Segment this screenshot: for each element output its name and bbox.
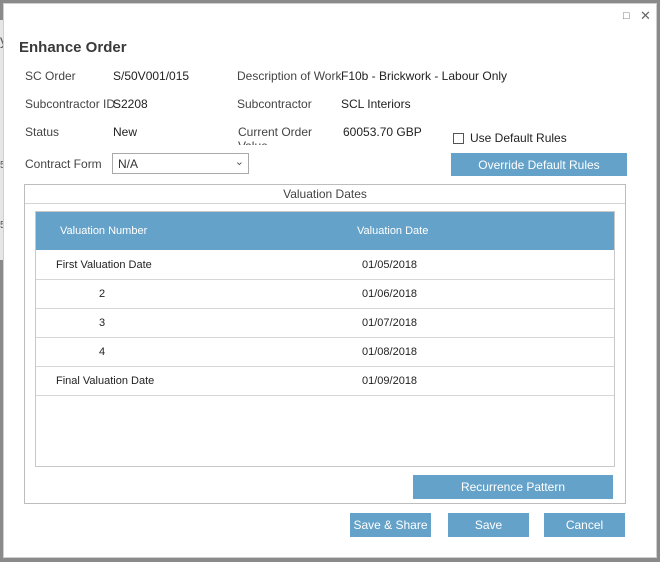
- valuation-date-cell: 01/08/2018: [362, 346, 418, 358]
- column-header-valuation-number[interactable]: Valuation Number: [60, 225, 147, 237]
- column-header-valuation-date[interactable]: Valuation Date: [357, 225, 428, 237]
- current-order-value-label: Current Order Value: [238, 125, 313, 145]
- restore-icon[interactable]: □: [623, 9, 630, 23]
- valuation-date-cell: 01/05/2018: [362, 259, 418, 271]
- description-of-work-value: F10b - Brickwork - Labour Only: [341, 69, 508, 83]
- valuation-date-cell: 01/09/2018: [362, 375, 418, 387]
- table-row[interactable]: First Valuation Date 01/05/2018: [36, 250, 614, 280]
- sc-order-label: SC Order: [25, 69, 76, 83]
- enhance-order-dialog: □ ✕ Enhance Order SC Order S/50V001/015 …: [3, 3, 657, 558]
- save-and-share-button[interactable]: Save & Share: [350, 513, 431, 537]
- valuation-date-cell: 01/07/2018: [362, 317, 418, 329]
- save-button[interactable]: Save: [448, 513, 529, 537]
- sc-order-value: S/50V001/015: [113, 69, 190, 83]
- valuation-date-cell: 01/06/2018: [362, 288, 418, 300]
- contract-form-label: Contract Form: [25, 157, 102, 171]
- valuation-number-cell: 3: [99, 317, 106, 329]
- cancel-button[interactable]: Cancel: [544, 513, 625, 537]
- dialog-title: Enhance Order: [19, 39, 127, 56]
- table-header: Valuation Number Valuation Date: [36, 212, 614, 250]
- subcontractor-id-value: S2208: [113, 97, 148, 111]
- divider: [25, 203, 625, 204]
- subcontractor-value: SCL Interiors: [341, 97, 411, 111]
- valuation-number-cell: Final Valuation Date: [56, 375, 155, 387]
- subcontractor-label: Subcontractor: [237, 97, 312, 111]
- valuation-number-cell: 4: [99, 346, 106, 358]
- valuation-dates-panel: Valuation Dates Valuation Number Valuati…: [24, 184, 626, 504]
- valuation-number-cell: 2: [99, 288, 106, 300]
- status-value: New: [113, 125, 138, 139]
- table-row[interactable]: 3 01/07/2018: [36, 308, 614, 338]
- table-row[interactable]: 2 01/06/2018: [36, 279, 614, 309]
- table-row[interactable]: 4 01/08/2018: [36, 337, 614, 367]
- chevron-down-icon: ⌄: [234, 156, 244, 168]
- contract-form-select[interactable]: N/A ⌄: [112, 153, 249, 174]
- use-default-rules-checkbox[interactable]: Use Default Rules: [453, 131, 567, 145]
- description-of-work-label: Description of Work: [237, 69, 342, 83]
- table-row[interactable]: Final Valuation Date 01/09/2018: [36, 366, 614, 396]
- contract-form-value: N/A: [118, 157, 139, 171]
- valuation-dates-title: Valuation Dates: [283, 187, 367, 201]
- status-label: Status: [25, 125, 60, 139]
- valuation-number-cell: First Valuation Date: [56, 259, 152, 271]
- use-default-rules-label: Use Default Rules: [470, 131, 567, 145]
- current-order-value-value: 60053.70 GBP: [343, 125, 422, 139]
- checkbox-icon[interactable]: [453, 132, 464, 144]
- close-icon[interactable]: ✕: [640, 9, 651, 23]
- recurrence-pattern-button[interactable]: Recurrence Pattern: [413, 475, 613, 499]
- override-default-rules-button[interactable]: Override Default Rules: [451, 153, 627, 176]
- subcontractor-id-label: Subcontractor ID: [25, 97, 116, 111]
- valuation-dates-table: Valuation Number Valuation Date First Va…: [35, 211, 615, 467]
